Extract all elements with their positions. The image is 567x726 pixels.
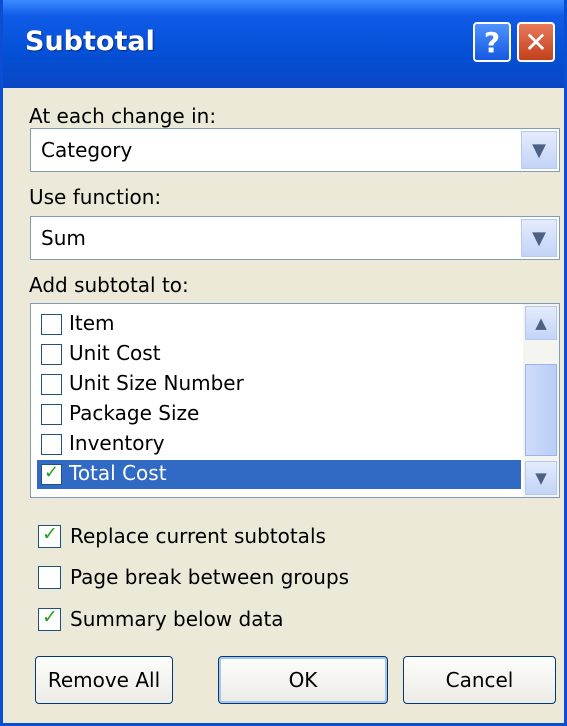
list-item-label: Total Cost [69, 461, 167, 485]
chevron-down-icon[interactable]: ▼ [521, 131, 557, 169]
ok-button[interactable]: OK [218, 656, 388, 704]
add-subtotal-label: Add subtotal to: [29, 273, 189, 297]
list-scrollbar[interactable]: ▲ ▼ [523, 304, 559, 497]
item-checkbox[interactable] [41, 344, 62, 365]
chevron-down-icon[interactable]: ▼ [521, 219, 557, 257]
close-button[interactable]: ✕ [517, 22, 555, 62]
list-item-label: Package Size [69, 401, 200, 425]
replace-current-checkbox[interactable]: ✓ [38, 523, 61, 548]
checkmark-icon: ✓ [42, 606, 58, 628]
list-item[interactable]: Item [37, 310, 521, 339]
summary-below-label: Summary below data [70, 607, 284, 631]
summary-below-checkbox[interactable]: ✓ [38, 606, 61, 631]
item-checkbox[interactable]: ✓ [41, 462, 62, 485]
item-checkbox[interactable] [41, 434, 62, 455]
at-each-change-value: Category [41, 138, 133, 162]
list-item-label: Unit Cost [69, 341, 161, 365]
subtotal-dialog: Subtotal ? ✕ At each change in: Category… [0, 0, 567, 726]
chevron-up-icon[interactable]: ▲ [525, 306, 557, 340]
help-button[interactable]: ? [473, 22, 511, 62]
title-bar[interactable]: Subtotal ? ✕ [3, 0, 564, 88]
scroll-thumb[interactable] [525, 364, 557, 456]
chevron-down-icon[interactable]: ▼ [525, 461, 557, 495]
list-item[interactable]: Package Size [37, 400, 521, 429]
at-each-change-dropdown[interactable]: Category ▼ [30, 128, 560, 172]
page-break-checkbox[interactable] [38, 566, 61, 589]
list-item-selected[interactable]: ✓ Total Cost [37, 460, 521, 489]
list-item[interactable]: Inventory [37, 430, 521, 459]
use-function-value: Sum [41, 226, 86, 250]
item-checkbox[interactable] [41, 404, 62, 425]
at-each-change-label: At each change in: [29, 104, 217, 128]
close-icon: ✕ [524, 25, 548, 59]
list-item-label: Unit Size Number [69, 371, 244, 395]
add-subtotal-list[interactable]: Item Unit Cost Unit Size Number Package … [30, 303, 560, 498]
dialog-title: Subtotal [25, 26, 155, 57]
use-function-dropdown[interactable]: Sum ▼ [30, 216, 560, 260]
remove-all-button[interactable]: Remove All [35, 656, 173, 704]
replace-current-label: Replace current subtotals [70, 524, 326, 548]
help-icon: ? [483, 25, 501, 59]
item-checkbox[interactable] [41, 374, 62, 395]
checkmark-icon: ✓ [42, 523, 58, 545]
checkmark-icon: ✓ [44, 462, 60, 483]
item-checkbox[interactable] [41, 314, 62, 335]
use-function-label: Use function: [29, 185, 162, 209]
list-item-label: Item [69, 311, 115, 335]
list-item[interactable]: Unit Cost [37, 340, 521, 369]
cancel-button[interactable]: Cancel [403, 656, 556, 704]
list-item-label: Inventory [69, 431, 165, 455]
page-break-label: Page break between groups [70, 565, 350, 589]
list-item[interactable]: Unit Size Number [37, 370, 521, 399]
